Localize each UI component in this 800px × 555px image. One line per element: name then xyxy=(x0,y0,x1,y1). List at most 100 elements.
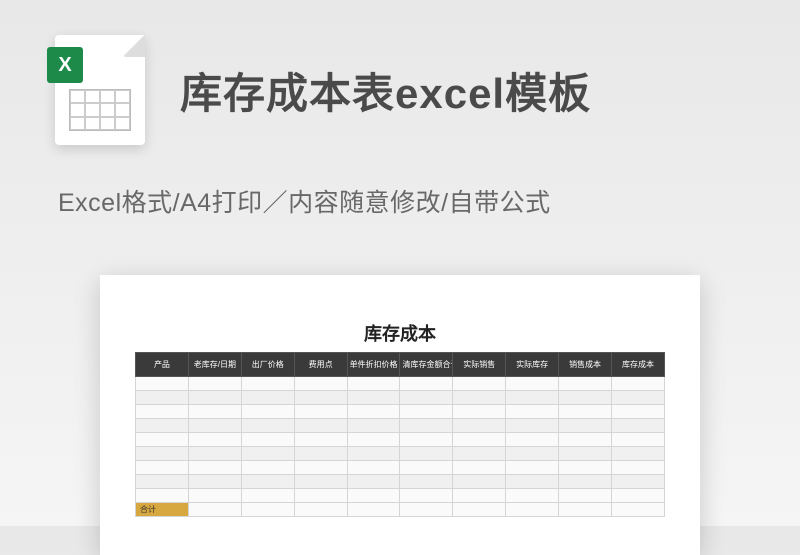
table-cell xyxy=(136,419,189,433)
table-cell xyxy=(188,433,241,447)
table-cell xyxy=(559,475,612,489)
table-cell xyxy=(136,405,189,419)
table-cell xyxy=(136,391,189,405)
inventory-cost-table: 产品老库存/日期出厂价格费用点单件折扣价格清库存金额合计实际销售实际库存销售成本… xyxy=(135,352,665,517)
table-cell xyxy=(188,377,241,391)
footer-cell xyxy=(294,503,347,517)
table-cell xyxy=(453,377,506,391)
table-cell xyxy=(559,461,612,475)
table-header-cell: 单件折扣价格 xyxy=(347,353,400,377)
table-cell xyxy=(453,391,506,405)
table-cell xyxy=(241,475,294,489)
xls-badge-icon: X xyxy=(47,47,83,83)
table-cell xyxy=(400,475,453,489)
table-cell xyxy=(612,461,665,475)
table-cell xyxy=(400,447,453,461)
table-row xyxy=(136,391,665,405)
table-cell xyxy=(612,433,665,447)
table-cell xyxy=(294,391,347,405)
footer-cell xyxy=(241,503,294,517)
table-cell xyxy=(453,433,506,447)
template-preview: 库存成本 产品老库存/日期出厂价格费用点单件折扣价格清库存金额合计实际销售实际库… xyxy=(100,275,700,555)
table-footer-row: 合计 xyxy=(136,503,665,517)
table-cell xyxy=(612,489,665,503)
table-cell xyxy=(559,405,612,419)
table-cell xyxy=(453,405,506,419)
table-cell xyxy=(347,475,400,489)
table-cell xyxy=(294,405,347,419)
table-cell xyxy=(400,461,453,475)
table-cell xyxy=(294,377,347,391)
table-header-cell: 出厂价格 xyxy=(241,353,294,377)
table-cell xyxy=(612,377,665,391)
page-title: 库存成本表excel模板 xyxy=(180,60,591,121)
table-header-cell: 产品 xyxy=(136,353,189,377)
table-cell xyxy=(136,475,189,489)
table-header-cell: 清库存金额合计 xyxy=(400,353,453,377)
table-header-row: 产品老库存/日期出厂价格费用点单件折扣价格清库存金额合计实际销售实际库存销售成本… xyxy=(136,353,665,377)
table-cell xyxy=(188,447,241,461)
table-cell xyxy=(506,489,559,503)
table-cell xyxy=(559,433,612,447)
table-cell xyxy=(612,447,665,461)
table-cell xyxy=(453,489,506,503)
table-cell xyxy=(506,377,559,391)
table-cell xyxy=(400,419,453,433)
table-header-cell: 费用点 xyxy=(294,353,347,377)
footer-label-cell: 合计 xyxy=(136,503,189,517)
table-cell xyxy=(188,461,241,475)
table-cell xyxy=(241,419,294,433)
table-cell xyxy=(241,433,294,447)
page-subtitle: Excel格式/A4打印／内容随意修改/自带公式 xyxy=(0,165,800,219)
table-cell xyxy=(400,377,453,391)
table-header-cell: 实际销售 xyxy=(453,353,506,377)
table-cell xyxy=(559,447,612,461)
table-cell xyxy=(136,433,189,447)
table-cell xyxy=(612,391,665,405)
table-cell xyxy=(294,447,347,461)
table-cell xyxy=(453,419,506,433)
table-cell xyxy=(188,419,241,433)
table-cell xyxy=(347,461,400,475)
table-cell xyxy=(347,391,400,405)
table-cell xyxy=(612,419,665,433)
footer-cell xyxy=(400,503,453,517)
table-cell xyxy=(506,391,559,405)
table-cell xyxy=(241,377,294,391)
table-cell xyxy=(347,405,400,419)
table-row xyxy=(136,475,665,489)
table-cell xyxy=(136,489,189,503)
sheet-title: 库存成本 xyxy=(135,320,665,346)
table-cell xyxy=(347,489,400,503)
table-cell xyxy=(506,433,559,447)
table-row xyxy=(136,433,665,447)
table-cell xyxy=(453,475,506,489)
footer-cell xyxy=(453,503,506,517)
table-row xyxy=(136,489,665,503)
footer-cell xyxy=(347,503,400,517)
table-cell xyxy=(559,391,612,405)
table-cell xyxy=(347,419,400,433)
table-row xyxy=(136,405,665,419)
table-cell xyxy=(241,447,294,461)
table-cell xyxy=(294,433,347,447)
table-cell xyxy=(188,489,241,503)
table-cell xyxy=(400,391,453,405)
table-cell xyxy=(506,419,559,433)
excel-file-icon: X xyxy=(55,35,145,145)
table-cell xyxy=(400,489,453,503)
table-cell xyxy=(506,447,559,461)
table-cell xyxy=(559,489,612,503)
table-cell xyxy=(188,391,241,405)
table-cell xyxy=(400,433,453,447)
table-cell xyxy=(136,461,189,475)
table-cell xyxy=(136,377,189,391)
table-cell xyxy=(294,475,347,489)
table-header-cell: 老库存/日期 xyxy=(188,353,241,377)
footer-cell xyxy=(559,503,612,517)
table-cell xyxy=(241,391,294,405)
table-header-cell: 实际库存 xyxy=(506,353,559,377)
table-cell xyxy=(294,489,347,503)
table-cell xyxy=(453,461,506,475)
table-cell xyxy=(612,475,665,489)
